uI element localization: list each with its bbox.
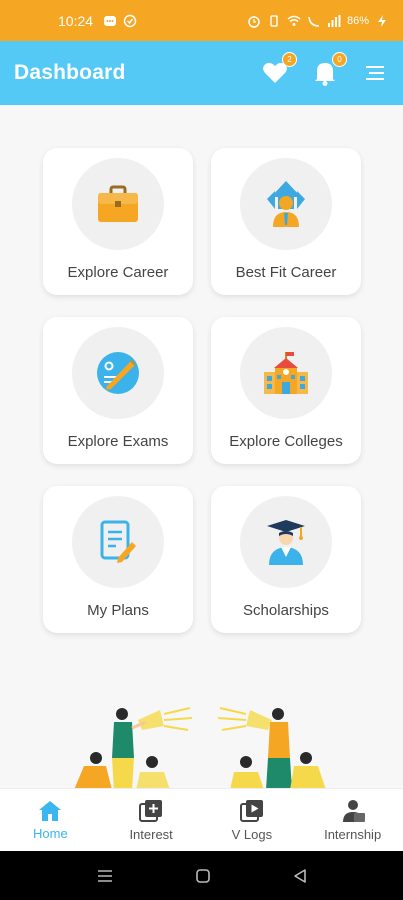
card-icon-wrap xyxy=(240,327,332,419)
vlogs-icon xyxy=(239,799,263,822)
card-my-plans[interactable]: My Plans xyxy=(43,486,193,633)
card-icon-wrap xyxy=(240,496,332,588)
students-illustration xyxy=(74,707,326,790)
menu-button[interactable] xyxy=(361,59,389,87)
app-actions: 2 0 xyxy=(261,52,389,87)
nav-label: V Logs xyxy=(231,826,273,842)
message-icon xyxy=(104,15,117,26)
card-best-fit-career[interactable]: Best Fit Career xyxy=(211,148,361,295)
card-label: Explore Colleges xyxy=(229,433,343,450)
card-icon-wrap xyxy=(72,327,164,419)
app-bar: Dashboard 2 0 xyxy=(0,41,403,105)
hamburger-menu-icon xyxy=(366,66,384,80)
interest-icon xyxy=(139,799,163,822)
bottom-nav: Home Interest V Logs Internship xyxy=(0,788,403,851)
nav-label: Internship xyxy=(324,826,382,842)
career-growth-icon xyxy=(267,181,305,227)
volte-icon xyxy=(308,16,320,27)
exam-icon xyxy=(97,352,139,394)
card-label: My Plans xyxy=(87,602,149,619)
vibrate-icon xyxy=(270,14,278,27)
check-circle-icon xyxy=(123,14,137,27)
back-triangle-icon xyxy=(293,868,306,883)
graduate-icon xyxy=(267,520,305,565)
card-label: Scholarships xyxy=(243,602,329,619)
card-label: Explore Career xyxy=(67,264,169,281)
battery-percent: 86% xyxy=(346,14,369,27)
status-time: 10:24 xyxy=(58,12,94,29)
status-right-icons: 86% xyxy=(247,14,389,28)
card-icon-wrap xyxy=(240,158,332,250)
dashboard-grid: Explore Career Best Fit Career Explore E… xyxy=(43,148,361,633)
nav-label: Home xyxy=(33,825,68,841)
favorites-button[interactable]: 2 xyxy=(261,52,297,87)
card-label: Best Fit Career xyxy=(235,264,337,281)
briefcase-icon xyxy=(98,185,138,222)
card-icon-wrap xyxy=(72,158,164,250)
recents-icon xyxy=(97,869,112,882)
card-explore-colleges[interactable]: Explore Colleges xyxy=(211,317,361,464)
college-icon xyxy=(264,352,308,394)
home-icon xyxy=(39,800,62,821)
wifi-icon xyxy=(287,15,301,26)
status-bar: 10:24 86% xyxy=(0,0,403,41)
home-square-icon xyxy=(195,868,210,883)
recent-apps-button[interactable] xyxy=(97,869,113,883)
card-icon-wrap xyxy=(72,496,164,588)
page-title: Dashboard xyxy=(14,61,126,84)
internship-icon xyxy=(342,799,365,822)
card-label: Explore Exams xyxy=(67,433,169,450)
back-system-button[interactable] xyxy=(293,868,307,884)
nav-vlogs[interactable]: V Logs xyxy=(202,789,303,851)
favorites-badge: 2 xyxy=(282,52,297,67)
nav-interest[interactable]: Interest xyxy=(101,789,202,851)
system-nav-bar xyxy=(0,851,403,900)
charging-icon xyxy=(378,14,386,27)
card-explore-career[interactable]: Explore Career xyxy=(43,148,193,295)
signal-icon xyxy=(327,14,341,27)
nav-internship[interactable]: Internship xyxy=(302,789,403,851)
home-system-button[interactable] xyxy=(195,868,211,884)
notifications-badge: 0 xyxy=(332,52,347,67)
card-explore-exams[interactable]: Explore Exams xyxy=(43,317,193,464)
alarm-icon xyxy=(248,15,260,28)
status-left-icons xyxy=(103,14,137,28)
nav-home[interactable]: Home xyxy=(0,789,101,851)
card-scholarships[interactable]: Scholarships xyxy=(211,486,361,633)
plans-icon xyxy=(100,520,136,563)
nav-label: Interest xyxy=(129,826,173,842)
notifications-button[interactable]: 0 xyxy=(311,52,347,87)
